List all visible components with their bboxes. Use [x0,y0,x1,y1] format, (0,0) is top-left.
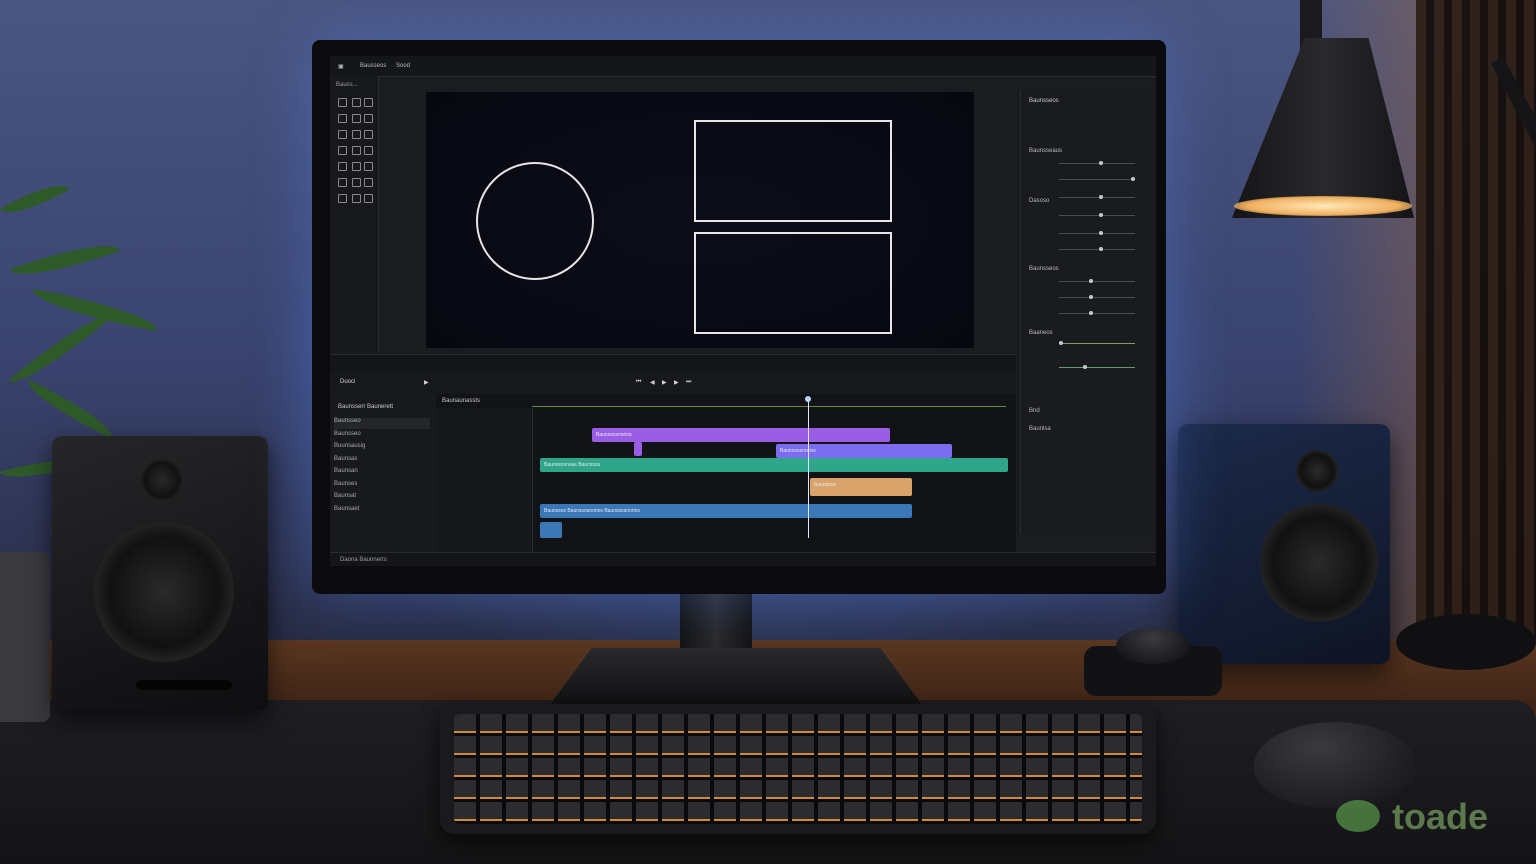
preview-canvas[interactable] [426,92,974,348]
volume-knob [1116,628,1190,664]
properties-section[interactable]: Baunsseaus [1029,148,1062,154]
track-controls [436,408,533,552]
timeline-clip-fragment[interactable] [540,522,562,538]
tool-icon[interactable] [364,130,373,139]
property-slider[interactable] [1031,246,1149,254]
property-slider[interactable] [1031,160,1149,168]
layer-item[interactable]: Buunsausig [334,443,430,454]
layer-item[interactable]: Baunsaet [334,506,430,517]
property-slider[interactable] [1031,230,1149,238]
layers-panel: Baunsserr Baunerett Baunsseo Baunsseo Bu… [330,394,437,552]
playhead-handle[interactable] [805,396,811,402]
rectangle-shape-top[interactable] [694,120,892,222]
lamp-bulb [1234,196,1412,216]
property-slider[interactable] [1031,176,1149,184]
menu-item[interactable]: Sood [396,63,410,69]
property-slider[interactable] [1031,294,1149,302]
transport-bar: Duoci ▶ ⏮ ◀ ▶ ▶ ⏭ [330,372,1016,395]
watermark: toade [1392,796,1489,837]
keyboard [440,704,1156,834]
tool-icon[interactable] [352,178,361,187]
property-slider[interactable] [1031,340,1149,348]
timeline-header: Baunaunassts [442,398,481,404]
right-speaker [1178,424,1390,664]
tool-icon[interactable] [352,98,361,107]
tools-label: Bauss... [336,82,358,88]
properties-section[interactable]: Baaneos [1029,330,1053,336]
tool-icon[interactable] [338,114,347,123]
tool-icon[interactable] [352,162,361,171]
tweeter [1296,450,1338,492]
tool-icon[interactable] [338,98,347,107]
circle-shape[interactable] [476,162,594,280]
title-bar: ▣ Bausseos Sood [330,56,1156,77]
status-bar: Daona Baunnerts [330,552,1156,566]
tool-icon[interactable] [352,130,361,139]
layer-item[interactable]: Baunsan [334,468,430,479]
playhead[interactable] [808,398,809,538]
rectangle-shape-bottom[interactable] [694,232,892,334]
properties-section[interactable]: Bnd [1029,408,1040,414]
tool-icon[interactable] [364,114,373,123]
timeline-clip[interactable]: Baunssoenreios [776,444,952,458]
timeline-clip-fragment[interactable] [634,442,642,456]
woofer [1260,504,1378,622]
tool-icon[interactable] [338,162,347,171]
window-title: Bausseos [360,63,387,69]
woofer [94,522,234,662]
tool-icon[interactable] [338,178,347,187]
layer-item[interactable]: Baunsat [334,493,430,504]
monitor-stand-base [546,648,926,710]
tool-icon[interactable] [338,146,347,155]
status-text: Daona Baunnerts [340,557,387,563]
plant-pot [0,552,50,722]
tool-icon[interactable] [364,146,373,155]
property-slider[interactable] [1031,364,1149,372]
timeline-clip[interactable]: Baunssosneas Baunssos [540,458,1008,472]
tool-icon[interactable] [364,194,373,203]
transport-label: Duoci [340,379,356,385]
viewer-controls [330,354,1016,373]
layers-header: Baunsserr Baunerett [338,404,394,410]
video-editor-app: ▣ Bausseos Sood Bauss... Duoci ▶ ⏮ ◀ ▶ ▶… [330,56,1156,566]
play-icon[interactable]: ▶ [424,379,429,386]
timeline[interactable]: Baunaunassts Baunssosnorios Baunssoenrei… [436,394,1016,552]
properties-panel: Baunsseos Baunsseaus Dasoso Baunsseos Ba… [1020,90,1156,534]
lamp-base [1396,614,1536,670]
frog-logo-icon [1336,800,1380,832]
layer-item[interactable]: Baunsseo [334,418,430,429]
keycaps [454,714,1142,824]
layer-item[interactable]: Baunses [334,481,430,492]
timeline-clip[interactable]: Baunssos [810,478,912,496]
tool-icon[interactable] [352,146,361,155]
properties-header: Baunsseos [1029,98,1059,104]
properties-section[interactable]: Baunlsa [1029,426,1051,432]
property-slider[interactable] [1031,194,1149,202]
tool-icon[interactable] [352,114,361,123]
layer-item[interactable]: Baunsas [334,456,430,467]
skip-back-icon[interactable]: ⏮ [636,379,641,386]
property-slider[interactable] [1031,212,1149,220]
tool-icon[interactable] [364,162,373,171]
tool-icon[interactable] [338,194,347,203]
tool-icon[interactable] [338,130,347,139]
tool-icon[interactable] [364,178,373,187]
tools-panel: Bauss... [330,76,379,354]
tweeter [140,458,184,502]
tool-icon[interactable] [352,194,361,203]
properties-section[interactable]: Baunsseos [1029,266,1059,272]
tool-icon[interactable] [364,98,373,107]
play-button-icon[interactable]: ▶ [662,379,667,386]
app-icon[interactable]: ▣ [338,63,344,70]
left-speaker [52,436,268,710]
property-slider[interactable] [1031,278,1149,286]
time-ruler[interactable] [532,398,1006,407]
skip-forward-icon[interactable]: ⏭ [686,379,691,386]
timeline-clip[interactable]: Baunssosnorios [592,428,890,442]
step-back-icon[interactable]: ◀ [650,379,655,386]
layer-item[interactable]: Baunsseo [334,431,430,442]
timeline-clip[interactable]: Baunssos Baunssosnorios Baunssosnorios [540,504,912,518]
property-slider[interactable] [1031,310,1149,318]
step-forward-icon[interactable]: ▶ [674,379,679,386]
